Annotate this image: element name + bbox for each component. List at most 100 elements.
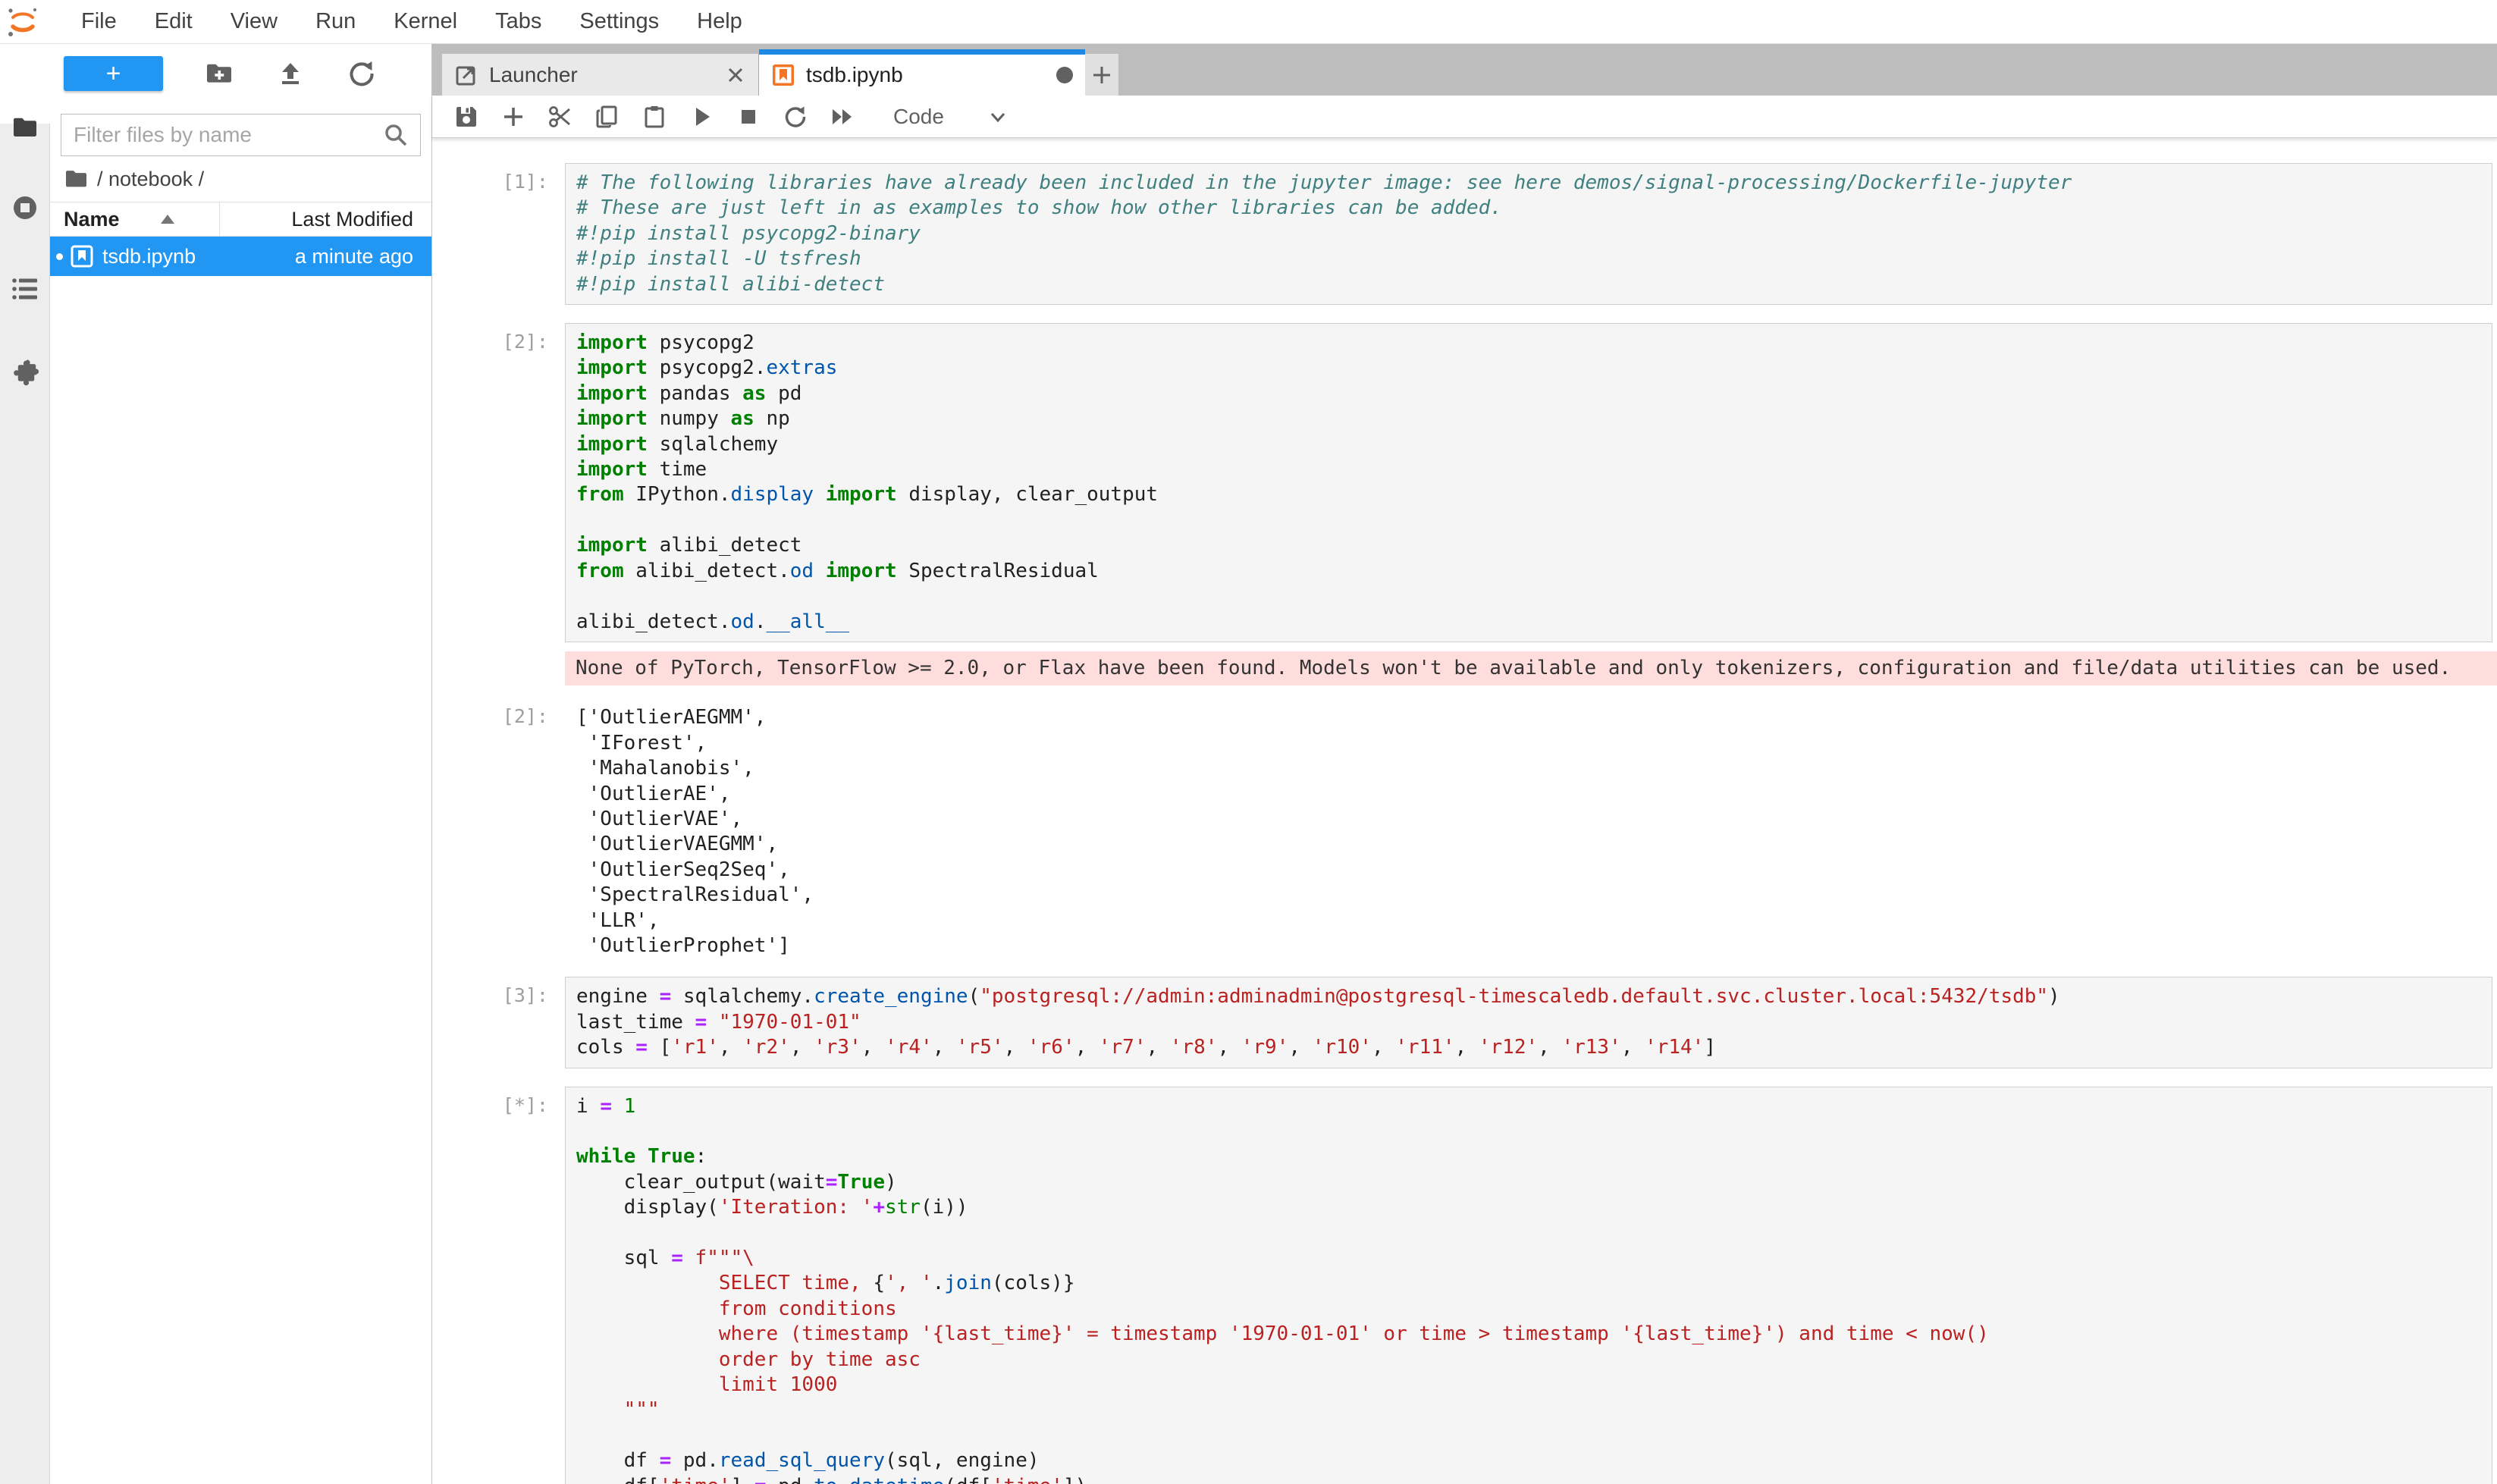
code-line: clear_output(wait=True) <box>576 1170 2481 1195</box>
code-line <box>576 1423 2481 1448</box>
cell-editor[interactable]: # The following libraries have already b… <box>565 163 2492 305</box>
code-cell: [*]:i = 1 while True: clear_output(wait=… <box>499 1087 2492 1484</box>
file-row-tsdb-ipynb[interactable]: tsdb.ipynb a minute ago <box>50 237 431 276</box>
code-line: 'OutlierAE', <box>576 782 2482 807</box>
code-line: import time <box>576 457 2481 482</box>
filter-files-input[interactable] <box>72 122 382 148</box>
code-line: 'IForest', <box>576 731 2482 756</box>
stderr-message: None of PyTorch, TensorFlow >= 2.0, or F… <box>565 651 2497 686</box>
code-line: from IPython.display import display, cle… <box>576 482 2481 507</box>
code-line: df['time'] = pd.to_datetime(df['time']) <box>576 1474 2481 1484</box>
code-cell: [2]:import psycopg2import psycopg2.extra… <box>499 323 2492 642</box>
cell-editor[interactable]: engine = sqlalchemy.create_engine("postg… <box>565 977 2492 1068</box>
notebook-cells: [1]:# The following libraries have alrea… <box>432 138 2497 1484</box>
menu-kernel[interactable]: Kernel <box>375 9 476 34</box>
menu-bar: File Edit View Run Kernel Tabs Settings … <box>0 0 2497 44</box>
notebook-tab-icon <box>771 63 795 87</box>
cell-prompt <box>499 651 565 686</box>
menu-edit[interactable]: Edit <box>136 9 212 34</box>
code-line: limit 1000 <box>576 1373 2481 1398</box>
table-of-contents-icon[interactable] <box>11 275 39 303</box>
cell-prompt: [3]: <box>499 977 565 1068</box>
breadcrumb-path: / notebook / <box>97 168 204 191</box>
code-line: from alibi_detect.od import SpectralResi… <box>576 559 2481 584</box>
unsaved-changes-dot-icon[interactable] <box>1056 67 1073 83</box>
activity-bar <box>0 44 50 1484</box>
code-line: while True: <box>576 1144 2481 1169</box>
code-line: #!pip install alibi-detect <box>576 272 2481 297</box>
sort-ascending-icon <box>161 215 174 224</box>
cut-cells-icon[interactable] <box>547 104 573 130</box>
tab-label: tsdb.ipynb <box>806 63 1056 87</box>
file-browser-panel: + / notebook / Name <box>50 44 432 1484</box>
tab-tsdb-ipynb[interactable]: tsdb.ipynb <box>759 54 1085 96</box>
cell-output: [2]:['OutlierAEGMM', 'IForest', 'Mahalan… <box>499 698 2492 958</box>
code-line: 'OutlierProphet'] <box>576 933 2482 958</box>
active-tab-stripe <box>759 49 1085 55</box>
tab-launcher[interactable]: Launcher <box>442 54 759 96</box>
file-browser-toolbar: + <box>50 44 431 103</box>
interrupt-kernel-icon[interactable] <box>736 104 761 130</box>
restart-and-run-all-icon[interactable] <box>830 104 855 130</box>
code-line: import pandas as pd <box>576 381 2481 406</box>
code-line: import psycopg2.extras <box>576 356 2481 381</box>
cell-prompt: [2]: <box>499 698 565 958</box>
filter-files-box[interactable] <box>61 114 421 156</box>
menu-tabs[interactable]: Tabs <box>476 9 560 34</box>
code-line: import alibi_detect <box>576 533 2481 558</box>
menu-settings[interactable]: Settings <box>560 9 678 34</box>
breadcrumb[interactable]: / notebook / <box>50 156 431 197</box>
code-line: sql = f"""\ <box>576 1246 2481 1271</box>
close-tab-icon[interactable] <box>725 64 746 86</box>
save-icon[interactable] <box>453 104 479 130</box>
code-line: 'LLR', <box>576 908 2482 933</box>
cell-editor[interactable]: i = 1 while True: clear_output(wait=True… <box>565 1087 2492 1484</box>
tab-label: Launcher <box>489 63 725 87</box>
execution-result: ['OutlierAEGMM', 'IForest', 'Mahalanobis… <box>565 698 2492 958</box>
code-line: display('Iteration: '+str(i)) <box>576 1195 2481 1220</box>
file-list-header: Name Last Modified <box>50 202 431 237</box>
home-folder-icon[interactable] <box>64 166 89 192</box>
menu-view[interactable]: View <box>212 9 296 34</box>
new-launcher-button[interactable]: + <box>64 56 163 91</box>
cell-type-dropdown[interactable]: Code <box>893 105 944 129</box>
code-line: import psycopg2 <box>576 331 2481 356</box>
paste-cells-icon[interactable] <box>642 104 667 130</box>
cell-editor[interactable]: import psycopg2import psycopg2.extrasimp… <box>565 323 2492 642</box>
column-header-name[interactable]: Name <box>50 208 219 231</box>
new-folder-icon[interactable] <box>204 58 234 89</box>
code-line: last_time = "1970-01-01" <box>576 1010 2481 1035</box>
code-line: 'OutlierVAEGMM', <box>576 832 2482 857</box>
refresh-icon[interactable] <box>347 58 377 89</box>
code-line <box>576 1221 2481 1246</box>
file-name: tsdb.ipynb <box>102 245 196 268</box>
code-cell: [3]: engine = sqlalchemy.create_engine("p… <box>499 977 2492 1068</box>
cell-prompt: [2]: <box>499 323 565 642</box>
code-line <box>576 508 2481 533</box>
code-line: engine = sqlalchemy.create_engine("postg… <box>576 984 2481 1009</box>
code-line: 'Mahalanobis', <box>576 756 2482 781</box>
code-line: import sqlalchemy <box>576 432 2481 457</box>
code-line: # These are just left in as examples to … <box>576 196 2481 221</box>
search-icon <box>382 121 409 149</box>
code-line: cols = ['r1', 'r2', 'r3', 'r4', 'r5', 'r… <box>576 1035 2481 1060</box>
extension-manager-puzzle-icon[interactable] <box>11 357 39 386</box>
run-cell-icon[interactable] <box>689 104 714 130</box>
upload-icon[interactable] <box>275 58 306 89</box>
notebook-scroll-area[interactable]: [1]:# The following libraries have alrea… <box>432 138 2497 1484</box>
menu-run[interactable]: Run <box>296 9 375 34</box>
new-tab-button[interactable] <box>1085 54 1118 96</box>
chevron-down-icon[interactable] <box>988 107 1008 127</box>
menu-help[interactable]: Help <box>678 9 761 34</box>
copy-cells-icon[interactable] <box>594 104 620 130</box>
column-header-last-modified[interactable]: Last Modified <box>219 202 431 236</box>
running-sessions-icon[interactable] <box>11 193 39 222</box>
file-browser-folder-icon[interactable] <box>11 113 39 142</box>
dock-tab-bar: Launcher tsdb.ipynb <box>432 44 2497 96</box>
restart-kernel-icon[interactable] <box>783 104 808 130</box>
code-line: df = pd.read_sql_query(sql, engine) <box>576 1448 2481 1473</box>
code-cell: [1]:# The following libraries have alrea… <box>499 163 2492 305</box>
menu-file[interactable]: File <box>62 9 136 34</box>
code-line: # The following libraries have already b… <box>576 171 2481 196</box>
insert-cell-below-icon[interactable] <box>500 104 526 130</box>
